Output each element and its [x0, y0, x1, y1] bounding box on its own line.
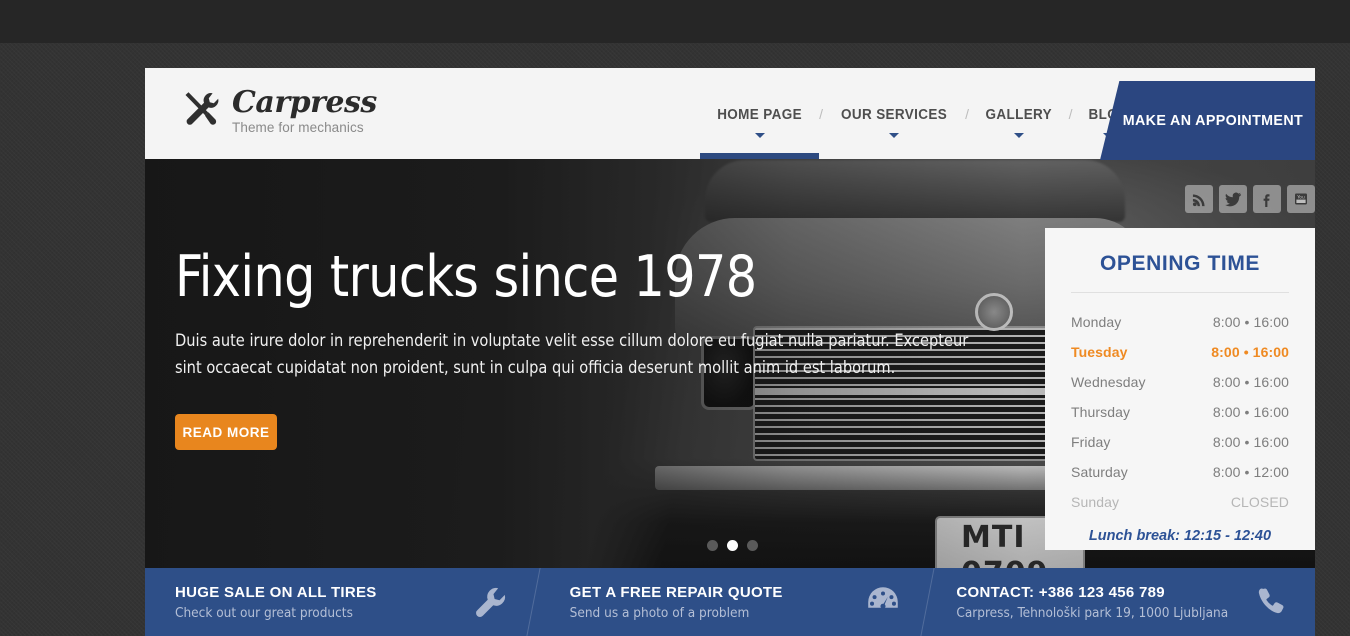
logo-text: Carpress Theme for mechanics	[232, 88, 377, 135]
promo-subtitle: Send us a photo of a problem	[569, 604, 750, 621]
promo-text: HUGE SALE ON ALL TIRES Check out our gre…	[175, 584, 462, 621]
twitter-icon[interactable]	[1219, 185, 1247, 213]
site-logo[interactable]: Carpress Theme for mechanics	[178, 88, 377, 135]
site-header: Carpress Theme for mechanics HOME PAGE /…	[145, 68, 1315, 160]
logo-tagline: Theme for mechanics	[232, 120, 364, 135]
hero-copy-block: Fixing trucks since 1978 Duis aute irure…	[175, 246, 1005, 450]
opening-day-hours: 8:00 • 12:00	[1212, 464, 1289, 480]
opening-day-hours: 8:00 • 16:00	[1212, 434, 1289, 450]
opening-day-hours: CLOSED	[1230, 494, 1289, 510]
svg-text:You: You	[1296, 195, 1305, 201]
make-an-appointment-label: MAKE AN APPOINTMENT	[1122, 112, 1303, 129]
chevron-down-icon	[1013, 133, 1024, 138]
opening-day-hours: 8:00 • 16:00	[1211, 344, 1289, 360]
promo-subtitle: Carpress, Tehnološki park 19, 1000 Ljubl…	[956, 604, 1229, 621]
browser-top-strip	[0, 0, 1350, 43]
opening-day-row: Thursday 8:00 • 16:00	[1071, 397, 1289, 427]
wrench-screwdriver-icon	[185, 92, 219, 126]
promo-subtitle: Check out our great products	[175, 604, 353, 621]
lunch-break-note: Lunch break: 12:15 - 12:40	[1088, 528, 1272, 544]
nav-item-our-services[interactable]: OUR SERVICES	[823, 68, 965, 159]
promo-text: CONTACT: +386 123 456 789 Carpress, Tehn…	[956, 584, 1243, 621]
opening-day-hours: 8:00 • 16:00	[1212, 374, 1289, 390]
opening-day-name: Thursday	[1071, 404, 1131, 420]
opening-day-row: Tuesday 8:00 • 16:00	[1071, 337, 1289, 367]
promo-panel-repair-quote[interactable]: GET A FREE REPAIR QUOTE Send us a photo …	[534, 568, 938, 636]
opening-day-row: Monday 8:00 • 16:00	[1071, 307, 1289, 337]
gauge-icon	[856, 583, 910, 621]
slider-dot-3[interactable]	[747, 540, 758, 551]
opening-day-name: Sunday	[1071, 494, 1120, 510]
opening-day-name: Friday	[1071, 434, 1111, 450]
chevron-down-icon	[754, 133, 765, 138]
promo-panel-tires[interactable]: HUGE SALE ON ALL TIRES Check out our gre…	[145, 568, 543, 636]
social-links: You	[1185, 185, 1315, 213]
nav-active-indicator	[700, 153, 820, 159]
hero-description: Duis aute irure dolor in reprehenderit i…	[175, 331, 969, 377]
opening-time-title: OPENING TIME	[1099, 252, 1261, 275]
opening-day-name: Monday	[1071, 314, 1122, 330]
logo-title: Carpress	[232, 85, 377, 120]
promo-title: CONTACT: +386 123 456 789	[956, 583, 1165, 601]
opening-day-name: Wednesday	[1071, 374, 1146, 390]
opening-day-row: Saturday 8:00 • 12:00	[1071, 457, 1289, 487]
promo-title: HUGE SALE ON ALL TIRES	[175, 583, 377, 601]
promo-bar: HUGE SALE ON ALL TIRES Check out our gre…	[145, 568, 1315, 636]
opening-time-widget: OPENING TIME Monday 8:00 • 16:00 Tuesday…	[1045, 228, 1315, 550]
slider-pagination[interactable]	[707, 540, 758, 551]
opening-day-name: Saturday	[1071, 464, 1128, 480]
nav-item-label: GALLERY	[985, 107, 1053, 123]
opening-time-divider	[1071, 292, 1289, 293]
opening-day-name: Tuesday	[1071, 344, 1128, 360]
youtube-icon[interactable]: You	[1287, 185, 1315, 213]
nav-item-label: OUR SERVICES	[841, 107, 948, 123]
opening-day-hours: 8:00 • 16:00	[1212, 404, 1289, 420]
read-more-button[interactable]: READ MORE	[175, 414, 277, 450]
promo-text: GET A FREE REPAIR QUOTE Send us a photo …	[570, 584, 857, 621]
chevron-down-icon	[889, 133, 900, 138]
wrench-icon	[462, 585, 516, 619]
opening-day-row: Friday 8:00 • 16:00	[1071, 427, 1289, 457]
opening-day-hours: 8:00 • 16:00	[1212, 314, 1289, 330]
facebook-icon[interactable]	[1253, 185, 1281, 213]
hero-title: Fixing trucks since 1978	[175, 244, 757, 310]
promo-panel-contact[interactable]: CONTACT: +386 123 456 789 Carpress, Tehn…	[928, 568, 1315, 636]
slider-dot-2[interactable]	[727, 540, 738, 551]
opening-day-row: Sunday CLOSED	[1071, 487, 1289, 517]
promo-title: GET A FREE REPAIR QUOTE	[569, 583, 783, 601]
slider-dot-1[interactable]	[707, 540, 718, 551]
read-more-label: READ MORE	[182, 424, 270, 440]
nav-item-label: HOME PAGE	[717, 107, 802, 123]
make-an-appointment-button[interactable]: MAKE AN APPOINTMENT	[1100, 81, 1315, 160]
phone-icon	[1243, 585, 1297, 619]
opening-day-row: Wednesday 8:00 • 16:00	[1071, 367, 1289, 397]
rss-icon[interactable]	[1185, 185, 1213, 213]
nav-item-gallery[interactable]: GALLERY	[969, 68, 1069, 159]
nav-item-home-page[interactable]: HOME PAGE	[700, 68, 820, 159]
